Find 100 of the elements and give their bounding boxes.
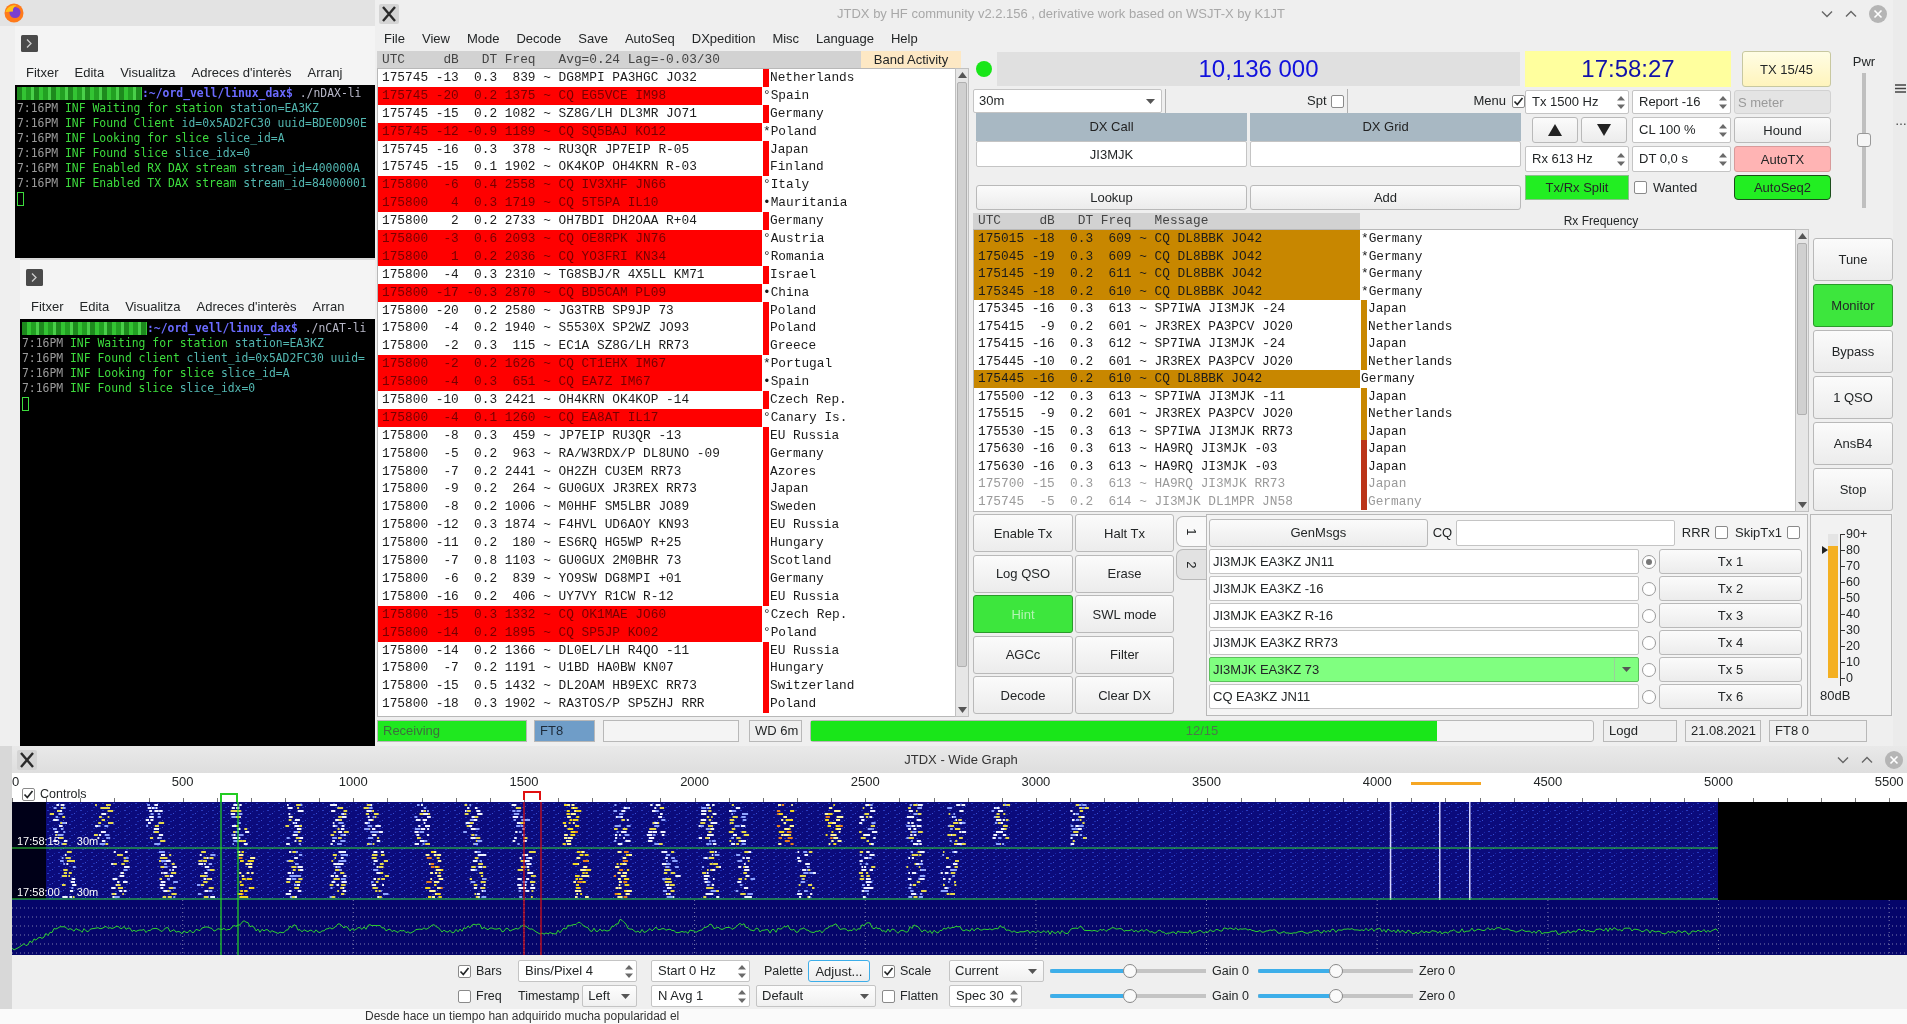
action-button[interactable]: Clear DX xyxy=(1075,676,1174,714)
tab[interactable]: 2 xyxy=(1176,549,1206,580)
waterfall-drawing[interactable] xyxy=(12,802,1907,900)
spin-box[interactable]: N Avg 1 xyxy=(651,985,750,1007)
spin-box[interactable]: Spec 30 xyxy=(949,985,1022,1007)
tx-button[interactable]: Tx 3 xyxy=(1659,603,1802,628)
close-icon[interactable] xyxy=(1885,750,1903,769)
menu-item[interactable]: DXpedition xyxy=(691,31,756,47)
menu-item[interactable]: Visualitza xyxy=(120,64,176,81)
menu-item[interactable]: Help xyxy=(890,31,918,47)
toolbar-button[interactable]: AnsB4 xyxy=(1813,422,1893,465)
checkbox[interactable] xyxy=(458,964,471,978)
spin-box[interactable]: Start 0 Hz xyxy=(651,960,750,982)
scroll-thumb[interactable] xyxy=(1797,243,1807,415)
menu-item[interactable]: Fitxer xyxy=(26,64,59,81)
row-highlight[interactable]: 175015 -18 0.3 609 ~ CQ DL8BBK JO42 xyxy=(974,230,1360,248)
action-button[interactable]: Enable Tx xyxy=(973,514,1073,552)
checkbox[interactable] xyxy=(458,989,471,1003)
spin-box[interactable]: CL 100 % xyxy=(1632,117,1731,143)
caret-icon[interactable] xyxy=(621,993,631,999)
spin-box[interactable]: Tx 1500 Hz xyxy=(1525,90,1629,114)
scroll-down-icon[interactable] xyxy=(957,707,967,713)
menu-item[interactable]: Decode xyxy=(516,31,562,47)
tx-period-button[interactable]: TX 15/45 xyxy=(1742,51,1831,87)
menu-item[interactable]: Arran xyxy=(312,298,345,315)
dropdown[interactable]: Current xyxy=(949,960,1044,982)
menu-item[interactable]: AutoSeq xyxy=(624,31,675,47)
spin-box[interactable]: DT 0,0 s xyxy=(1632,146,1731,172)
action-button[interactable]: Decode xyxy=(973,676,1073,714)
message-field[interactable]: JI3MJK EA3KZ RR73 xyxy=(1209,630,1639,655)
spin-box[interactable]: Rx 613 Hz xyxy=(1525,146,1629,172)
down-button[interactable] xyxy=(1581,117,1627,143)
menu-item[interactable]: Edita xyxy=(79,298,110,315)
spin-arrows-icon[interactable] xyxy=(1010,988,1018,1004)
radio-button[interactable] xyxy=(1642,581,1656,596)
checkbox[interactable] xyxy=(882,964,895,978)
hound-button[interactable]: Hound xyxy=(1734,117,1831,143)
checkbox[interactable] xyxy=(1634,181,1647,194)
up-button[interactable] xyxy=(1532,117,1578,143)
menu-item[interactable]: Edita xyxy=(74,64,105,81)
caret-icon[interactable] xyxy=(1146,98,1155,104)
checkbox[interactable] xyxy=(1715,526,1729,539)
slider-thumb[interactable] xyxy=(1857,133,1871,148)
add-button[interactable]: Add xyxy=(1250,185,1521,210)
caret-icon[interactable] xyxy=(1028,968,1037,974)
toolbar-button[interactable]: Stop xyxy=(1813,468,1893,511)
action-button[interactable]: AGCc xyxy=(973,635,1073,674)
radio-button[interactable] xyxy=(1642,608,1656,623)
tab[interactable]: 1 xyxy=(1176,516,1206,547)
checkbox[interactable] xyxy=(882,989,895,1003)
toolbar-button[interactable]: Bypass xyxy=(1813,330,1893,373)
tx-button[interactable]: Tx 6 xyxy=(1659,684,1802,709)
spin-arrows-icon[interactable] xyxy=(1719,94,1727,110)
radio-button[interactable] xyxy=(1642,554,1656,569)
auto-tx-button[interactable]: AutoTX xyxy=(1734,146,1831,172)
action-button[interactable]: SWL mode xyxy=(1075,595,1174,633)
row-highlight[interactable]: 175445 -16 0.2 610 ~ CQ DL8BBK JO42 xyxy=(974,370,1360,388)
message-dropdown[interactable]: JI3MJK EA3KZ 73 xyxy=(1209,657,1639,682)
menu-item[interactable]: Visualitza xyxy=(125,298,181,315)
tx-button[interactable]: Tx 2 xyxy=(1659,576,1802,601)
slider-thumb[interactable] xyxy=(1122,964,1137,978)
menu-item[interactable]: Save xyxy=(578,31,608,47)
menu-icon[interactable] xyxy=(1895,84,1906,93)
scroll-down-icon[interactable] xyxy=(1797,502,1807,508)
chevron-down-icon[interactable] xyxy=(1837,755,1849,764)
menu-item[interactable]: Arranj xyxy=(307,64,343,81)
spin-arrows-icon[interactable] xyxy=(1719,122,1727,138)
genmsgs-button[interactable]: GenMsgs xyxy=(1209,518,1428,547)
menu-item[interactable]: Adreces d'interès xyxy=(191,64,292,81)
radio-button[interactable] xyxy=(1642,635,1656,650)
row-highlight[interactable]: 175145 -19 0.2 611 ~ CQ DL8BBK JO42 xyxy=(974,265,1360,283)
toolbar-button[interactable]: Monitor xyxy=(1813,284,1893,327)
spin-arrows-icon[interactable] xyxy=(738,988,746,1004)
action-button[interactable]: Filter xyxy=(1075,635,1174,674)
dropdown[interactable]: 30m xyxy=(973,89,1162,113)
spin-arrows-icon[interactable] xyxy=(1617,151,1625,167)
menu-item[interactable]: Language xyxy=(816,31,874,47)
tx-button[interactable]: Tx 5 xyxy=(1659,657,1802,682)
caret-icon[interactable] xyxy=(860,993,869,999)
message-field[interactable]: CQ EA3KZ JN11 xyxy=(1209,684,1639,709)
scroll-up-icon[interactable] xyxy=(1797,233,1807,239)
checkbox[interactable] xyxy=(1330,94,1344,108)
tx-button[interactable]: Tx 1 xyxy=(1659,549,1802,574)
spin-box[interactable]: Bins/Pixel 4 xyxy=(518,960,637,982)
slider-thumb[interactable] xyxy=(1122,989,1137,1003)
scrollbar[interactable] xyxy=(1795,229,1809,512)
spin-arrows-icon[interactable] xyxy=(1719,151,1727,167)
scrollbar[interactable] xyxy=(955,68,969,717)
checkbox[interactable] xyxy=(22,787,35,801)
scroll-thumb[interactable] xyxy=(957,82,967,667)
action-button[interactable]: Halt Tx xyxy=(1075,514,1174,552)
chevron-down-icon[interactable] xyxy=(1821,9,1833,18)
checkbox[interactable] xyxy=(1512,94,1525,108)
split-button[interactable]: Tx/Rx Split xyxy=(1525,175,1629,200)
chevron-up-icon[interactable] xyxy=(1861,755,1873,764)
dropdown[interactable]: Left xyxy=(582,985,638,1007)
autoseq-button[interactable]: AutoSeq2 xyxy=(1734,175,1831,200)
dropdown[interactable]: Default xyxy=(756,985,876,1007)
action-button[interactable]: Log QSO xyxy=(973,554,1073,593)
text-field[interactable] xyxy=(1250,141,1521,167)
